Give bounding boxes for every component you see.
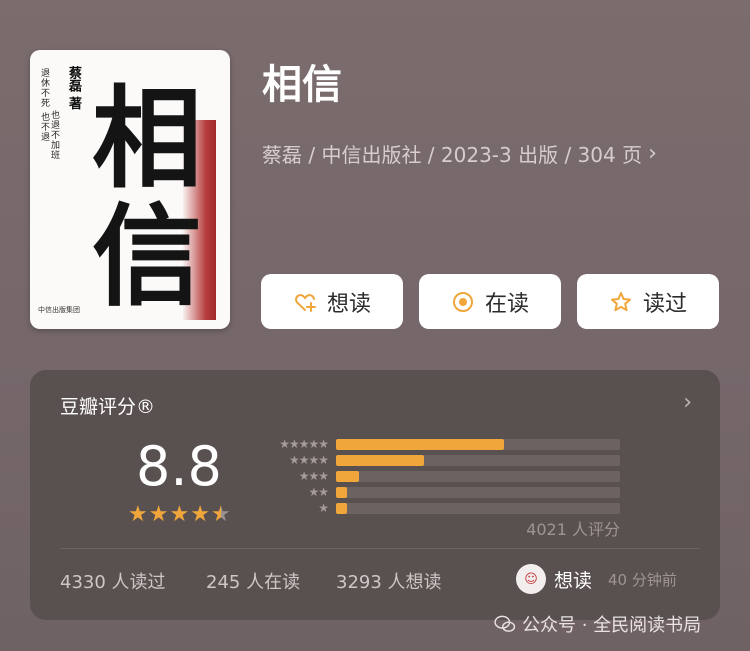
rating-distribution: ★★★★★ ★★★★ ★★★ ★★ ★ [256, 436, 620, 516]
distribution-stars-label: ★★ [308, 485, 329, 499]
stat-want[interactable]: 3293 人想读 [336, 568, 442, 594]
distribution-bar [336, 470, 359, 482]
latest-activity-action: 想读 [554, 570, 593, 592]
distribution-row: ★ [256, 500, 620, 516]
book-meta[interactable]: 蔡磊 / 中信出版社 / 2023-3 出版 / 304 页 › [262, 139, 657, 168]
star-icon: ★ [128, 502, 148, 527]
distribution-row: ★★★★★ [256, 436, 620, 452]
heart-plus-icon [295, 293, 316, 312]
star-icon: ★ [169, 502, 190, 527]
avatar[interactable]: ☺ [516, 564, 546, 594]
wechat-icon [494, 615, 516, 632]
distribution-track [336, 486, 620, 498]
distribution-row: ★★ [256, 484, 620, 500]
watermark-text: 公众号 · 全民阅读书局 [522, 615, 702, 636]
distribution-bar [336, 502, 348, 514]
watermark: 公众号 · 全民阅读书局 [494, 611, 701, 637]
book-meta-text: 蔡磊 / 中信出版社 / 2023-3 出版 / 304 页 [262, 143, 643, 167]
distribution-track [336, 502, 620, 514]
half-star-icon: ★ [210, 502, 231, 527]
distribution-bar [336, 454, 425, 466]
distribution-bar [336, 438, 504, 450]
distribution-track [336, 438, 620, 450]
star-outline-icon [610, 291, 631, 311]
cover-tagline-b: 也退不加班 [49, 110, 59, 160]
distribution-stars-label: ★★★★★ [279, 437, 329, 451]
target-circle-icon [452, 291, 473, 312]
distribution-row: ★★★★ [256, 452, 620, 468]
chevron-right-icon[interactable]: › [683, 390, 692, 415]
chevron-right-icon: › [648, 141, 657, 166]
star-icon: ★ [148, 502, 169, 527]
cover-title-char-2: 信 [92, 192, 202, 321]
reading-button[interactable]: 在读 [419, 274, 561, 329]
have-read-label: 读过 [642, 291, 687, 317]
have-read-button[interactable]: 读过 [577, 274, 719, 329]
divider [60, 548, 700, 549]
stat-read[interactable]: 4330 人读过 [60, 568, 166, 594]
want-to-read-button[interactable]: 想读 [261, 274, 403, 329]
rating-stars: ★ ★ ★ ★ ★ [128, 504, 231, 526]
distribution-track [336, 470, 620, 482]
book-title: 相信 [262, 62, 342, 108]
distribution-row: ★★★ [256, 468, 620, 484]
rating-count[interactable]: 4021 人评分 [526, 516, 620, 540]
rating-score: 8.8 [136, 435, 222, 498]
cover-publisher: 中信出版集团 [38, 306, 80, 314]
distribution-stars-label: ★ [318, 501, 329, 515]
distribution-stars-label: ★★★★ [288, 453, 329, 467]
star-icon: ★ [190, 502, 210, 527]
latest-activity-time: 40 分钟前 [608, 571, 677, 589]
rating-panel[interactable]: 豆瓣评分® › 8.8 ★ ★ ★ ★ ★ ★★★★★ ★★★★ ★★★ ★★ ★ 40… [30, 370, 720, 620]
distribution-bar [336, 486, 348, 498]
want-to-read-label: 想读 [326, 291, 371, 317]
book-cover[interactable]: 相 信 蔡磊 著 退休不死 也不退 也退不加班 中信出版集团 [30, 50, 230, 329]
distribution-track [336, 454, 620, 466]
reading-label: 在读 [484, 291, 529, 317]
distribution-stars-label: ★★★ [298, 469, 329, 483]
stat-reading[interactable]: 245 人在读 [206, 568, 300, 594]
cover-author: 蔡磊 著 [66, 66, 81, 110]
cover-title-char-1: 相 [92, 74, 202, 203]
rating-label: 豆瓣评分® [60, 396, 156, 418]
